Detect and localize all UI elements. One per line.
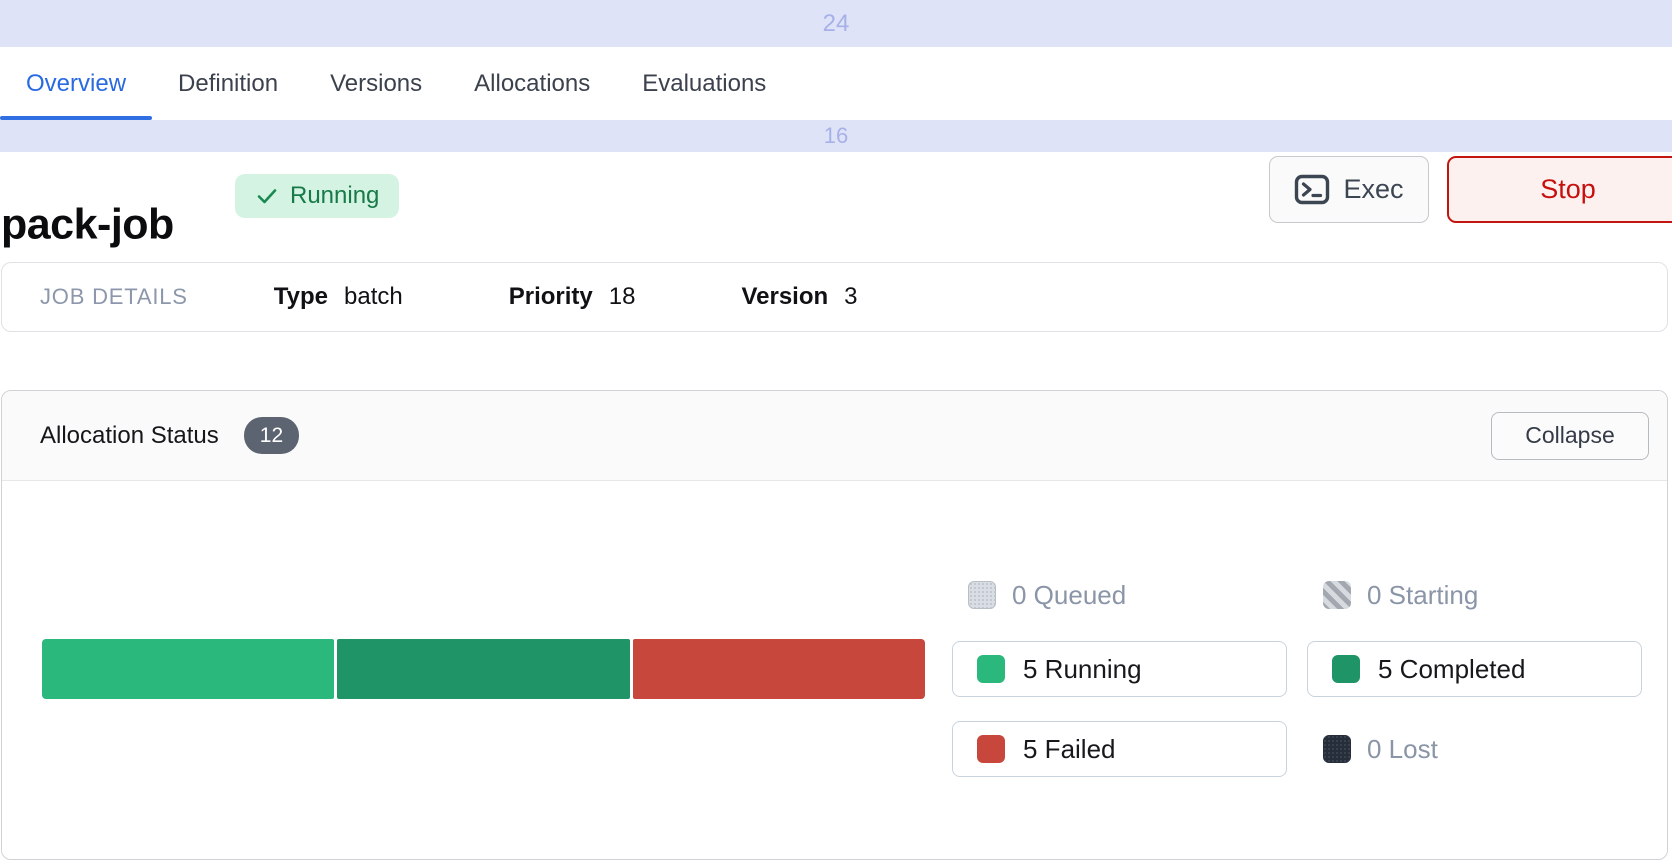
terminal-icon — [1294, 174, 1330, 205]
bar-segment-completed[interactable] — [337, 639, 629, 699]
page-title: pack-job — [1, 200, 174, 249]
legend-swatch-queued — [968, 581, 996, 609]
allocation-count-badge: 12 — [244, 417, 299, 454]
stop-button[interactable]: Stop — [1447, 156, 1672, 223]
detail-label-priority: Priority — [509, 283, 593, 311]
detail-value-type: batch — [344, 283, 403, 311]
legend-item-queued: 0 Queued — [952, 567, 1287, 623]
legend-label-starting: 0 Starting — [1367, 580, 1478, 611]
exec-button[interactable]: Exec — [1269, 156, 1429, 223]
allocation-bar — [42, 639, 925, 699]
tab-versions[interactable]: Versions — [304, 47, 448, 120]
legend-item-running[interactable]: 5 Running — [952, 641, 1287, 697]
spacing-annotation-middle: 16 — [0, 120, 1672, 152]
bar-segment-failed[interactable] — [633, 639, 925, 699]
legend-swatch-completed — [1332, 655, 1360, 683]
status-badge-label: Running — [290, 182, 379, 210]
job-details-heading: JOB DETAILS — [40, 284, 188, 310]
legend-label-failed: 5 Failed — [1023, 734, 1116, 765]
status-badge: Running — [235, 174, 399, 218]
spacing-annotation-top: 24 — [0, 0, 1672, 47]
legend-swatch-lost — [1323, 735, 1351, 763]
legend-swatch-failed — [977, 735, 1005, 763]
legend-item-failed[interactable]: 5 Failed — [952, 721, 1287, 777]
allocation-panel-body: 0 Queued 0 Starting 5 Running 5 Completed 5 … — [2, 481, 1667, 859]
legend-item-completed[interactable]: 5 Completed — [1307, 641, 1642, 697]
legend-swatch-running — [977, 655, 1005, 683]
check-icon — [255, 184, 279, 208]
job-details-fields: Type batch Priority 18 Version 3 — [274, 283, 964, 311]
tab-bar: OverviewDefinitionVersionsAllocationsEva… — [0, 47, 1672, 120]
legend-label-completed: 5 Completed — [1378, 654, 1525, 685]
spacing-annotation-top-value: 24 — [823, 10, 850, 38]
legend-item-lost: 0 Lost — [1307, 721, 1642, 777]
legend-swatch-starting — [1323, 581, 1351, 609]
allocation-panel-header: Allocation Status 12 Collapse — [2, 391, 1667, 481]
legend-label-queued: 0 Queued — [1012, 580, 1126, 611]
job-details-card: JOB DETAILS Type batch Priority 18 Version 3 — [1, 262, 1668, 332]
legend-label-lost: 0 Lost — [1367, 734, 1438, 765]
tab-definition[interactable]: Definition — [152, 47, 304, 120]
detail-label-version: Version — [741, 283, 828, 311]
collapse-button-label: Collapse — [1525, 422, 1615, 449]
tab-allocations[interactable]: Allocations — [448, 47, 616, 120]
detail-field-type: Type batch — [274, 283, 403, 311]
allocation-status-panel: Allocation Status 12 Collapse 0 Queued0 … — [1, 390, 1668, 860]
detail-label-type: Type — [274, 283, 328, 311]
detail-field-priority: Priority 18 — [509, 283, 636, 311]
collapse-button[interactable]: Collapse — [1491, 412, 1649, 460]
legend-item-starting: 0 Starting — [1307, 567, 1642, 623]
bar-segment-running[interactable] — [42, 639, 334, 699]
detail-field-version: Version 3 — [741, 283, 857, 311]
detail-value-priority: 18 — [609, 283, 636, 311]
tab-evaluations[interactable]: Evaluations — [616, 47, 792, 120]
allocation-status-title: Allocation Status — [40, 422, 219, 450]
stop-button-label: Stop — [1540, 174, 1596, 205]
tab-overview[interactable]: Overview — [0, 47, 152, 120]
spacing-annotation-middle-value: 16 — [824, 123, 848, 149]
legend-label-running: 5 Running — [1023, 654, 1142, 685]
job-header: pack-job Running Exec Stop — [0, 152, 1672, 240]
detail-value-version: 3 — [844, 283, 857, 311]
exec-button-label: Exec — [1343, 174, 1403, 205]
